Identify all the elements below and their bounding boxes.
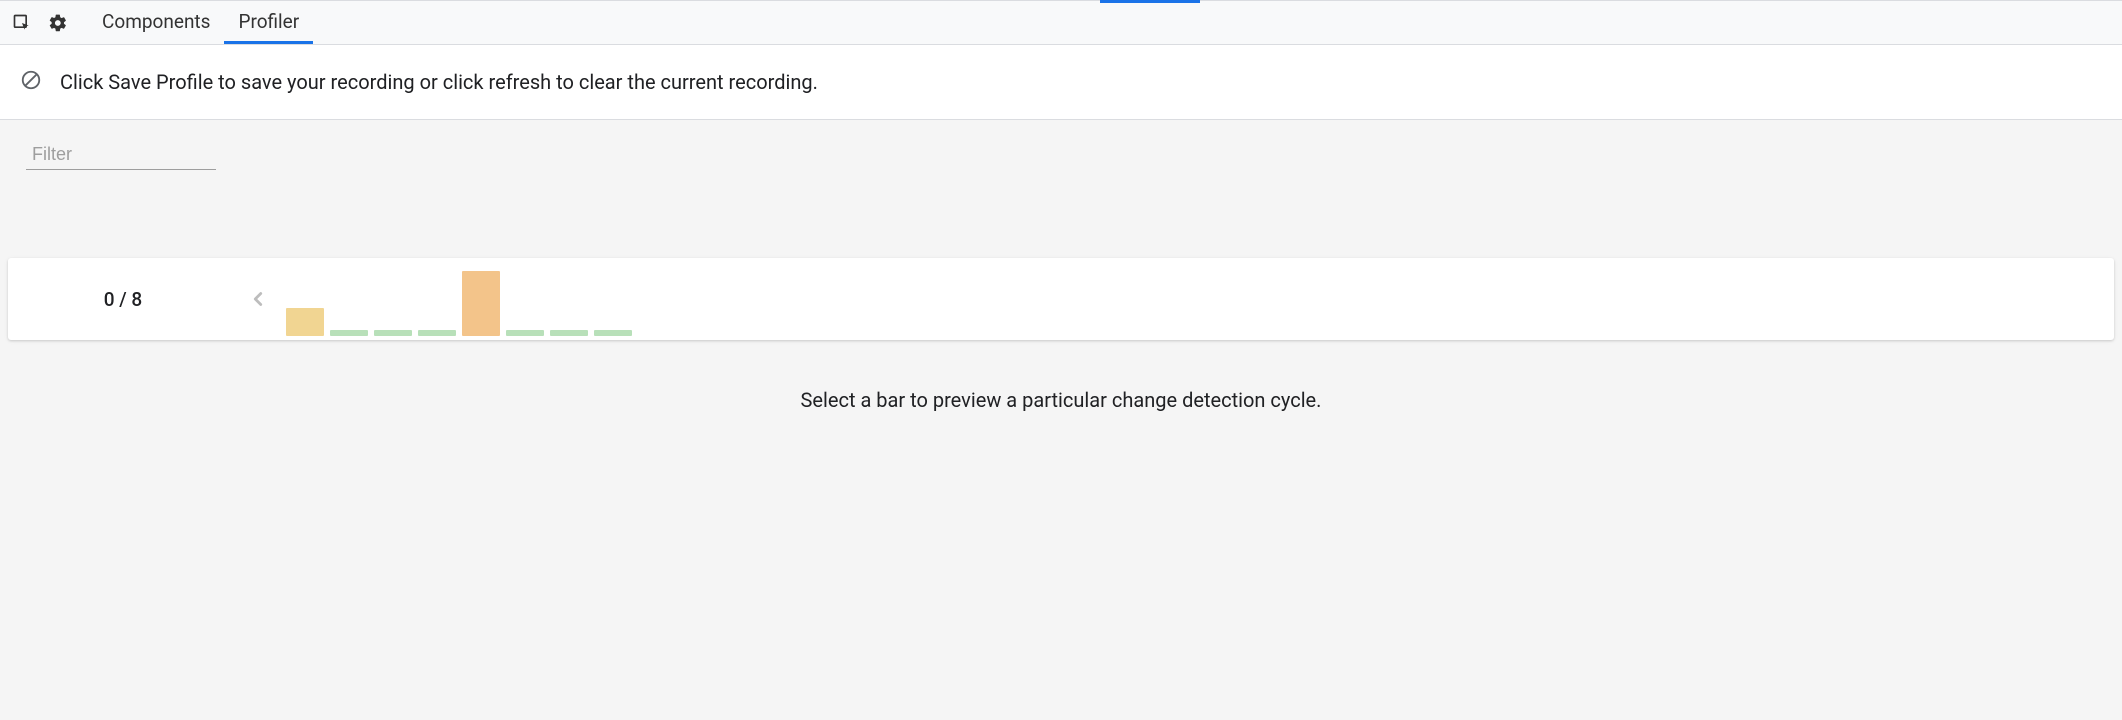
- profiler-bar-chart: 0 / 8: [8, 258, 2114, 340]
- filter-input[interactable]: [26, 138, 216, 170]
- chart-bar[interactable]: [550, 330, 588, 336]
- chart-bar[interactable]: [506, 330, 544, 336]
- info-message-text: Click Save Profile to save your recordin…: [60, 70, 818, 94]
- tab-profiler[interactable]: Profiler: [224, 1, 313, 44]
- chart-bar[interactable]: [462, 271, 500, 336]
- tab-list: Components Profiler: [88, 1, 313, 44]
- frame-counter: 0 / 8: [8, 288, 238, 311]
- filter-area: [0, 120, 2122, 170]
- inspect-icon[interactable]: [8, 9, 36, 37]
- prohibit-icon[interactable]: [20, 69, 42, 96]
- tab-components[interactable]: Components: [88, 1, 224, 44]
- tab-label: Components: [102, 10, 210, 33]
- hint-text: Select a bar to preview a particular cha…: [0, 388, 2122, 412]
- chart-bar[interactable]: [374, 330, 412, 336]
- gear-icon[interactable]: [44, 9, 72, 37]
- chevron-left-icon[interactable]: [238, 258, 278, 340]
- chart-bar[interactable]: [418, 330, 456, 336]
- chart-bar[interactable]: [286, 308, 324, 336]
- chart-bar[interactable]: [330, 330, 368, 336]
- bars-container: [278, 258, 632, 340]
- tab-label: Profiler: [238, 10, 299, 33]
- info-message-row: Click Save Profile to save your recordin…: [0, 45, 2122, 120]
- devtools-toolbar: Components Profiler: [0, 0, 2122, 45]
- chart-bar[interactable]: [594, 330, 632, 336]
- accent-indicator: [1100, 0, 1200, 3]
